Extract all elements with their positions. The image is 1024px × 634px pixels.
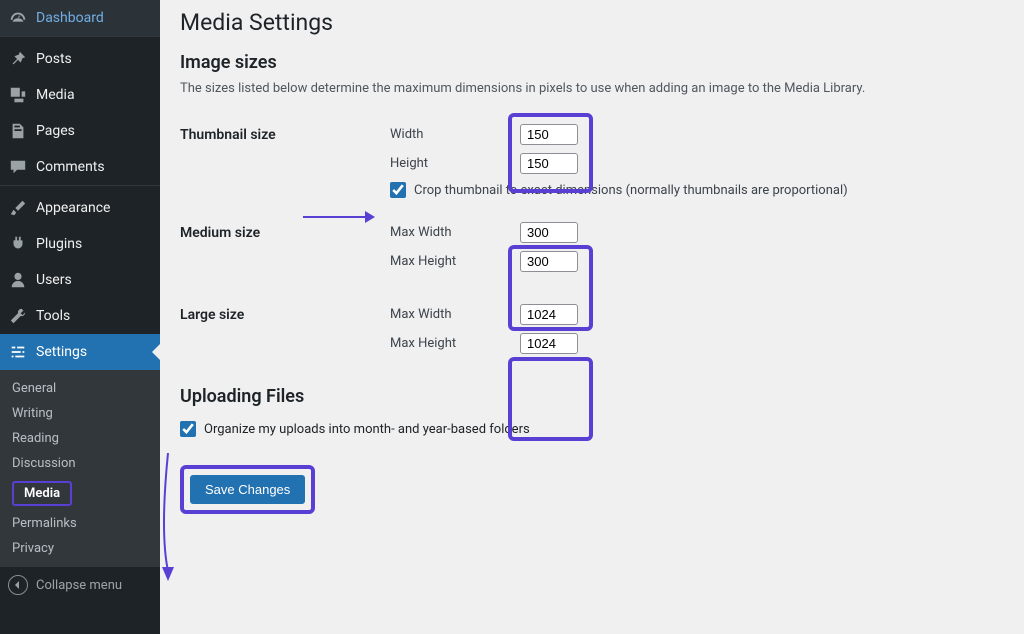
large-height-input[interactable] xyxy=(520,333,578,354)
wrench-icon xyxy=(8,306,28,326)
thumbnail-height-input[interactable] xyxy=(520,153,578,174)
collapse-label: Collapse menu xyxy=(36,578,122,593)
section-image-sizes: Image sizes xyxy=(180,40,1004,77)
menu-label: Users xyxy=(36,272,72,288)
submenu-general[interactable]: General xyxy=(0,376,160,401)
submenu-permalinks[interactable]: Permalinks xyxy=(0,511,160,536)
submenu-discussion[interactable]: Discussion xyxy=(0,451,160,476)
pages-icon xyxy=(8,121,28,141)
collapse-menu[interactable]: Collapse menu xyxy=(0,567,160,603)
medium-size-label: Medium size xyxy=(180,210,380,292)
thumbnail-width-input[interactable] xyxy=(520,124,578,145)
menu-label: Media xyxy=(36,87,75,103)
crop-checkbox[interactable] xyxy=(390,182,406,198)
admin-sidebar: Dashboard Posts Media Pages Comments App… xyxy=(0,0,160,634)
sidebar-item-plugins[interactable]: Plugins xyxy=(0,226,160,262)
sidebar-item-tools[interactable]: Tools xyxy=(0,298,160,334)
page-title: Media Settings xyxy=(180,0,1004,40)
menu-label: Settings xyxy=(36,344,87,360)
medium-height-input[interactable] xyxy=(520,251,578,272)
menu-label: Tools xyxy=(36,308,70,324)
sidebar-item-media[interactable]: Media xyxy=(0,77,160,113)
medium-width-label: Max Width xyxy=(390,225,520,240)
organize-checkbox[interactable] xyxy=(180,421,196,437)
menu-label: Appearance xyxy=(36,200,110,216)
settings-submenu: General Writing Reading Discussion Media… xyxy=(0,370,160,567)
sliders-icon xyxy=(8,342,28,362)
large-size-label: Large size xyxy=(180,292,380,374)
section-uploading-files: Uploading Files xyxy=(180,374,1004,411)
medium-height-label: Max Height xyxy=(390,254,520,269)
dashboard-icon xyxy=(8,8,28,28)
content-area: Media Settings Image sizes The sizes lis… xyxy=(160,0,1024,634)
menu-label: Comments xyxy=(36,159,105,175)
large-width-input[interactable] xyxy=(520,304,578,325)
arrow-to-save xyxy=(160,453,180,583)
sizes-description: The sizes listed below determine the max… xyxy=(180,81,1004,96)
organize-label: Organize my uploads into month- and year… xyxy=(204,422,530,437)
save-changes-button[interactable]: Save Changes xyxy=(190,475,305,504)
pin-icon xyxy=(8,49,28,69)
submenu-privacy[interactable]: Privacy xyxy=(0,536,160,561)
sidebar-item-appearance[interactable]: Appearance xyxy=(0,190,160,226)
thumbnail-size-label: Thumbnail size xyxy=(180,112,380,210)
width-label: Width xyxy=(390,127,520,142)
sidebar-item-pages[interactable]: Pages xyxy=(0,113,160,149)
sidebar-item-settings[interactable]: Settings xyxy=(0,334,160,370)
brush-icon xyxy=(8,198,28,218)
submenu-reading[interactable]: Reading xyxy=(0,426,160,451)
sidebar-item-users[interactable]: Users xyxy=(0,262,160,298)
user-icon xyxy=(8,270,28,290)
plug-icon xyxy=(8,234,28,254)
sidebar-item-comments[interactable]: Comments xyxy=(0,149,160,185)
sidebar-item-dashboard[interactable]: Dashboard xyxy=(0,0,160,36)
menu-label: Posts xyxy=(36,51,72,67)
medium-width-input[interactable] xyxy=(520,222,578,243)
large-height-label: Max Height xyxy=(390,336,520,351)
collapse-icon xyxy=(8,575,28,595)
submenu-media[interactable]: Media xyxy=(0,476,160,511)
submenu-writing[interactable]: Writing xyxy=(0,401,160,426)
large-width-label: Max Width xyxy=(390,307,520,322)
height-label: Height xyxy=(390,156,520,171)
media-icon xyxy=(8,85,28,105)
crop-label: Crop thumbnail to exact dimensions (norm… xyxy=(414,183,848,198)
comments-icon xyxy=(8,157,28,177)
sidebar-item-posts[interactable]: Posts xyxy=(0,41,160,77)
menu-label: Pages xyxy=(36,123,75,139)
menu-label: Plugins xyxy=(36,236,82,252)
menu-label: Dashboard xyxy=(36,10,104,26)
